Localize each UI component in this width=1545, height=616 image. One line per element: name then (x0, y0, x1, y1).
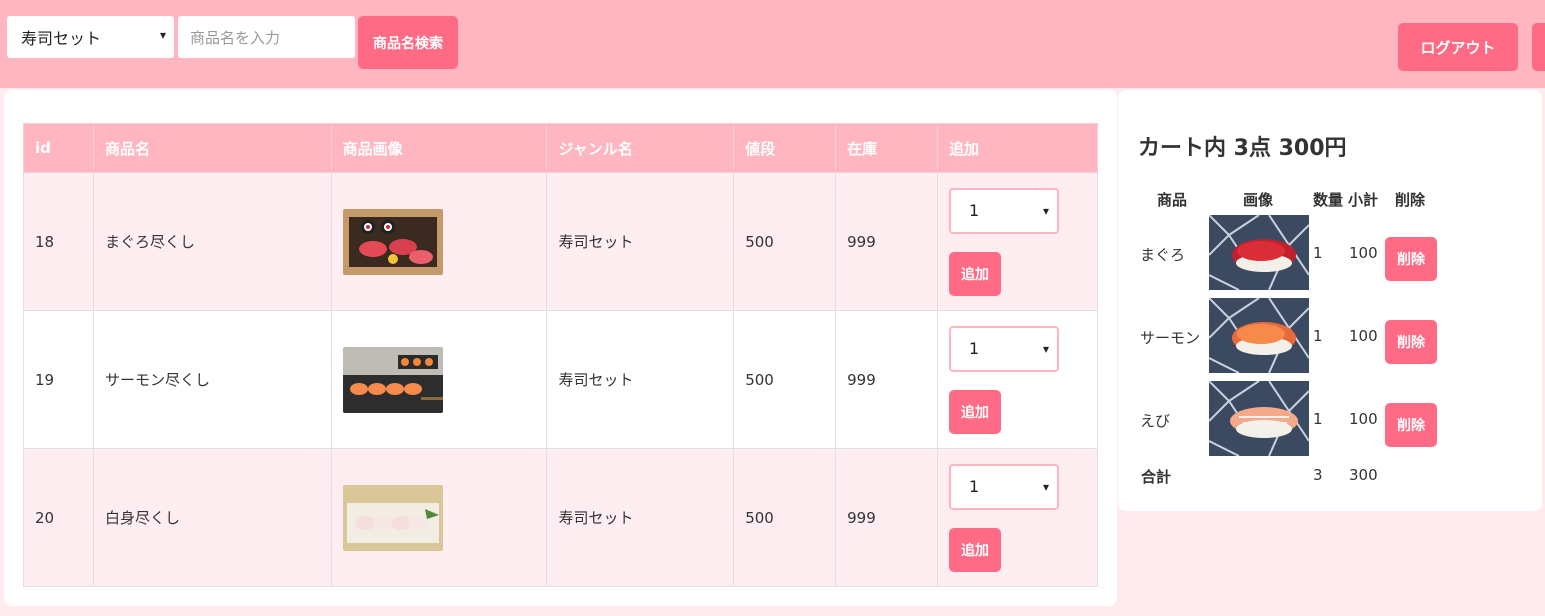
cart-col-qty: 数量 (1313, 191, 1344, 209)
product-stock: 999 (835, 172, 939, 311)
cart-item-image-salmon (1209, 298, 1309, 373)
chevron-down-icon: ▾ (1042, 341, 1050, 356)
table-row: 20 白身尽くし 寿司セット 500 999 1 ▾ 追加 (23, 448, 1098, 587)
product-id: 19 (23, 310, 94, 449)
cart-item-qty: 1 (1313, 410, 1323, 428)
product-add-cell: 1 ▾ 追加 (937, 310, 1098, 449)
product-panel: id 商品名 商品画像 ジャンル名 値段 在庫 追加 18 まぐろ尽くし 寿司セ… (4, 90, 1117, 606)
cart-col-item: 商品 (1157, 191, 1188, 209)
product-add-cell: 1 ▾ 追加 (937, 448, 1098, 587)
product-table-header: id 商品名 商品画像 ジャンル名 値段 在庫 追加 (23, 123, 1098, 173)
product-table: id 商品名 商品画像 ジャンル名 値段 在庫 追加 18 まぐろ尽くし 寿司セ… (23, 123, 1098, 587)
product-name: まぐろ尽くし (92, 172, 332, 311)
cart-item-subtotal: 100 (1349, 244, 1378, 262)
top-bar: 寿司セット ▾ 商品名を入力 商品名検索 ログアウト (0, 0, 1545, 88)
chevron-down-icon: ▾ (1042, 479, 1050, 494)
cart-col-delete: 削除 (1395, 191, 1426, 209)
product-stock: 999 (835, 310, 939, 449)
cart-item-subtotal: 100 (1349, 327, 1378, 345)
header-extra-button[interactable] (1532, 23, 1545, 71)
search-button[interactable]: 商品名検索 (358, 16, 458, 69)
table-row: 19 サーモン尽くし 寿司セット 500 999 1 ▾ 追加 (23, 310, 1098, 449)
genre-select[interactable]: 寿司セット ▾ (7, 16, 174, 58)
product-price: 500 (733, 172, 837, 311)
cart-item-subtotal: 100 (1349, 410, 1378, 428)
delete-button[interactable]: 削除 (1385, 403, 1437, 447)
cart-item-image-maguro (1209, 215, 1309, 290)
logout-button[interactable]: ログアウト (1398, 23, 1518, 71)
cart-panel: カート内 3点 300円 商品 画像 数量 小計 削除 まぐろ 1 100 削除… (1118, 90, 1542, 511)
cart-col-subtotal: 小計 (1348, 191, 1379, 209)
product-id: 20 (23, 448, 94, 587)
product-add-cell: 1 ▾ 追加 (937, 172, 1098, 311)
cart-item-name: えび (1140, 412, 1171, 430)
cart-item-qty: 1 (1313, 327, 1323, 345)
product-genre: 寿司セット (546, 310, 735, 449)
product-image-shiromi (342, 484, 443, 551)
product-image-cell (330, 172, 548, 311)
product-genre: 寿司セット (546, 172, 735, 311)
col-image: 商品画像 (330, 123, 548, 173)
genre-select-value: 寿司セット (21, 29, 102, 48)
quantity-value: 1 (969, 339, 980, 358)
product-name: サーモン尽くし (92, 310, 332, 449)
cart-total-amount: 300 (1349, 466, 1378, 484)
search-input[interactable]: 商品名を入力 (178, 16, 355, 58)
cart-title: カート内 3点 300円 (1138, 136, 1347, 161)
cart-item-name: サーモン (1140, 329, 1201, 347)
add-to-cart-button[interactable]: 追加 (949, 251, 1002, 296)
product-id: 18 (23, 172, 94, 311)
quantity-select[interactable]: 1 ▾ (949, 325, 1060, 372)
col-stock: 在庫 (835, 123, 939, 173)
cart-col-image: 画像 (1243, 191, 1274, 209)
quantity-value: 1 (969, 201, 980, 220)
col-name: 商品名 (92, 123, 332, 173)
product-stock: 999 (835, 448, 939, 587)
product-genre: 寿司セット (546, 448, 735, 587)
quantity-value: 1 (969, 477, 980, 496)
delete-button[interactable]: 削除 (1385, 320, 1437, 364)
search-placeholder: 商品名を入力 (190, 28, 281, 47)
product-price: 500 (733, 310, 837, 449)
add-to-cart-button[interactable]: 追加 (949, 527, 1002, 572)
cart-total-label: 合計 (1141, 468, 1172, 486)
delete-button[interactable]: 削除 (1385, 237, 1437, 281)
product-name: 白身尽くし (92, 448, 332, 587)
product-image-cell (330, 310, 548, 449)
cart-item-name: まぐろ (1140, 246, 1186, 264)
product-image-cell (330, 448, 548, 587)
chevron-down-icon: ▾ (159, 28, 166, 42)
product-image-maguro (342, 208, 443, 275)
product-image-salmon (342, 346, 443, 413)
quantity-select[interactable]: 1 ▾ (949, 463, 1060, 510)
cart-item-qty: 1 (1313, 244, 1323, 262)
col-genre: ジャンル名 (546, 123, 735, 173)
quantity-select[interactable]: 1 ▾ (949, 187, 1060, 234)
product-price: 500 (733, 448, 837, 587)
add-to-cart-button[interactable]: 追加 (949, 389, 1002, 434)
col-id: id (23, 123, 94, 173)
table-row: 18 まぐろ尽くし 寿司セット 500 999 1 ▾ 追加 (23, 172, 1098, 311)
cart-total-qty: 3 (1313, 466, 1323, 484)
col-add: 追加 (937, 123, 1098, 173)
cart-item-image-ebi (1209, 381, 1309, 456)
col-price: 値段 (733, 123, 837, 173)
chevron-down-icon: ▾ (1042, 203, 1050, 218)
